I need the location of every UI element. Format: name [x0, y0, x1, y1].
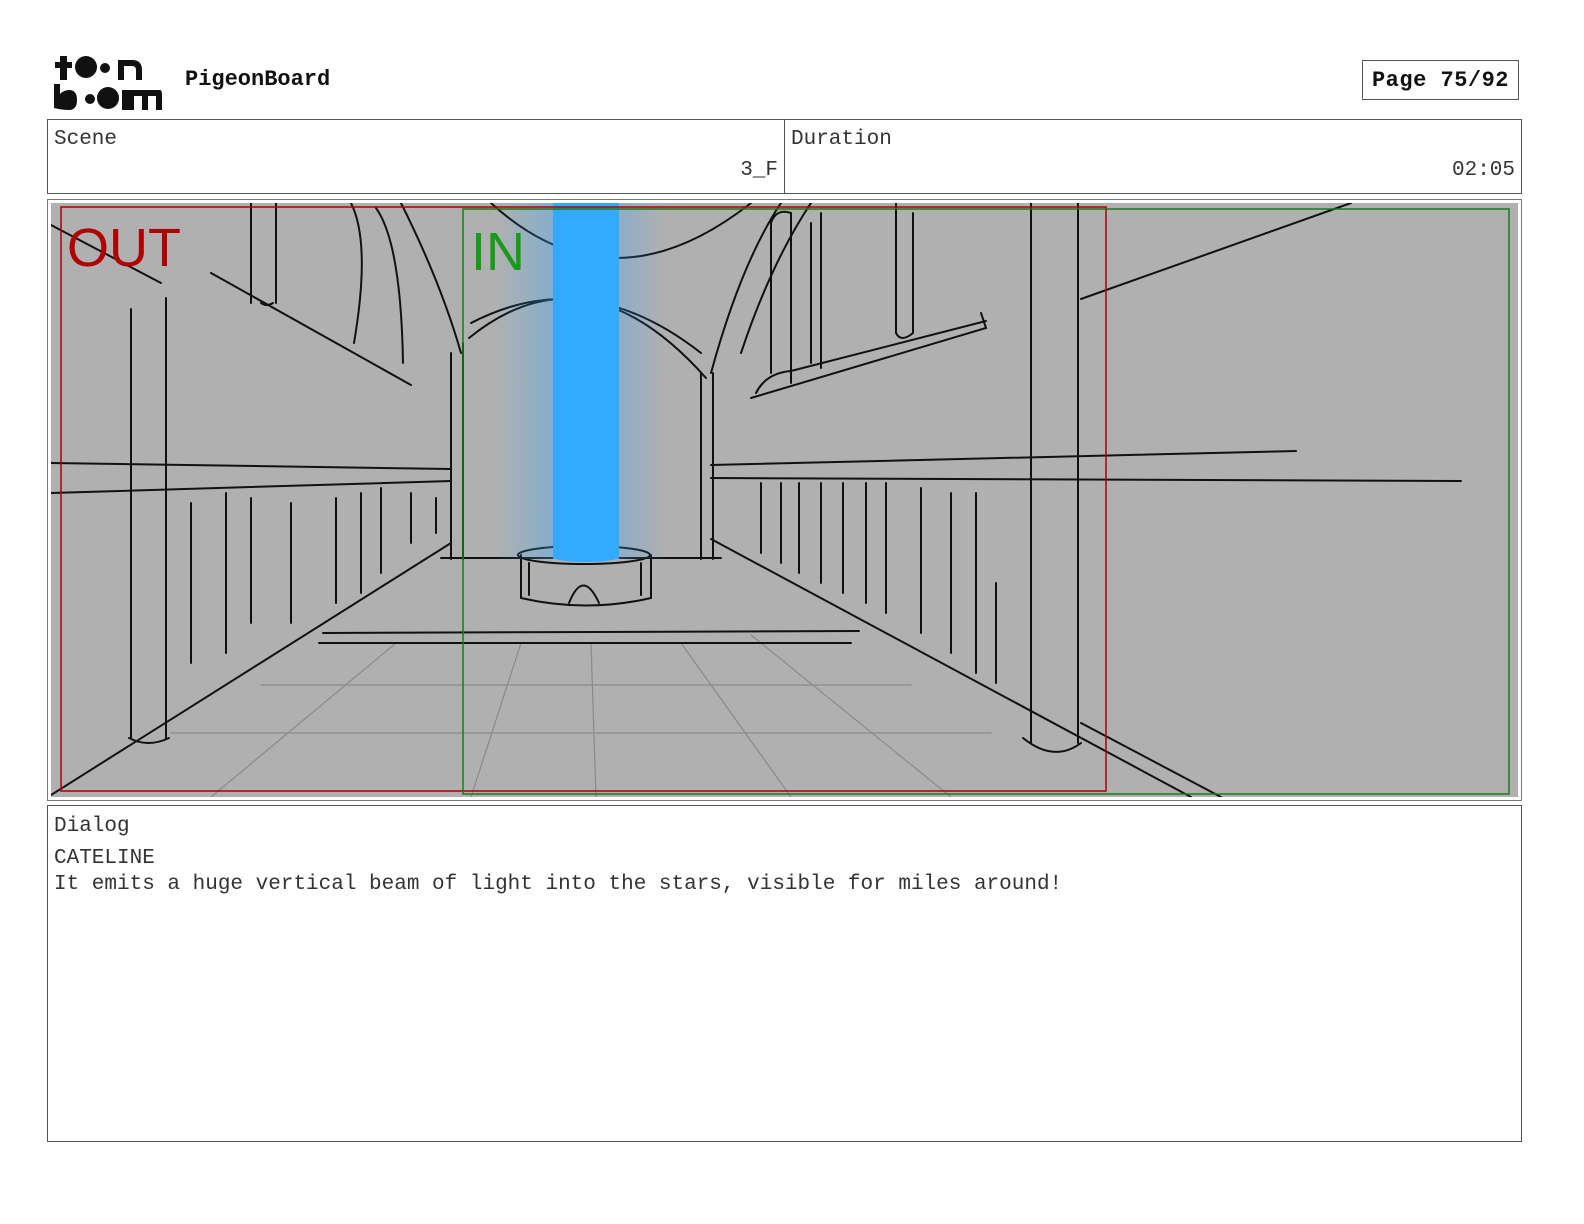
- dialog-speaker: CATELINE: [54, 847, 155, 870]
- page-indicator: Page 75/92: [1362, 60, 1519, 100]
- scene-label: Scene: [54, 128, 118, 151]
- app-title: PigeonBoard: [185, 67, 331, 92]
- duration-value: 02:05: [1451, 159, 1515, 182]
- toon-boom-logo: [52, 50, 164, 112]
- storyboard-panel: OUT IN: [47, 199, 1522, 801]
- logo-graphic: [54, 56, 162, 110]
- dialog-box: Dialog CATELINE It emits a huge vertical…: [47, 805, 1522, 1142]
- scene-value: 3_F: [740, 159, 778, 182]
- hall-sketch: [51, 203, 1510, 797]
- dialog-label: Dialog: [54, 815, 130, 838]
- duration-cell: Duration 02:05: [784, 120, 1521, 193]
- dialog-line: It emits a huge vertical beam of light i…: [54, 873, 1063, 896]
- scene-cell: Scene 3_F: [48, 120, 784, 193]
- duration-label: Duration: [791, 128, 892, 151]
- out-label: OUT: [67, 218, 181, 278]
- scene-info-row: Scene 3_F Duration 02:05: [47, 119, 1522, 194]
- light-beam: [553, 203, 619, 559]
- panel-image: OUT IN: [51, 203, 1518, 797]
- in-label: IN: [471, 222, 525, 282]
